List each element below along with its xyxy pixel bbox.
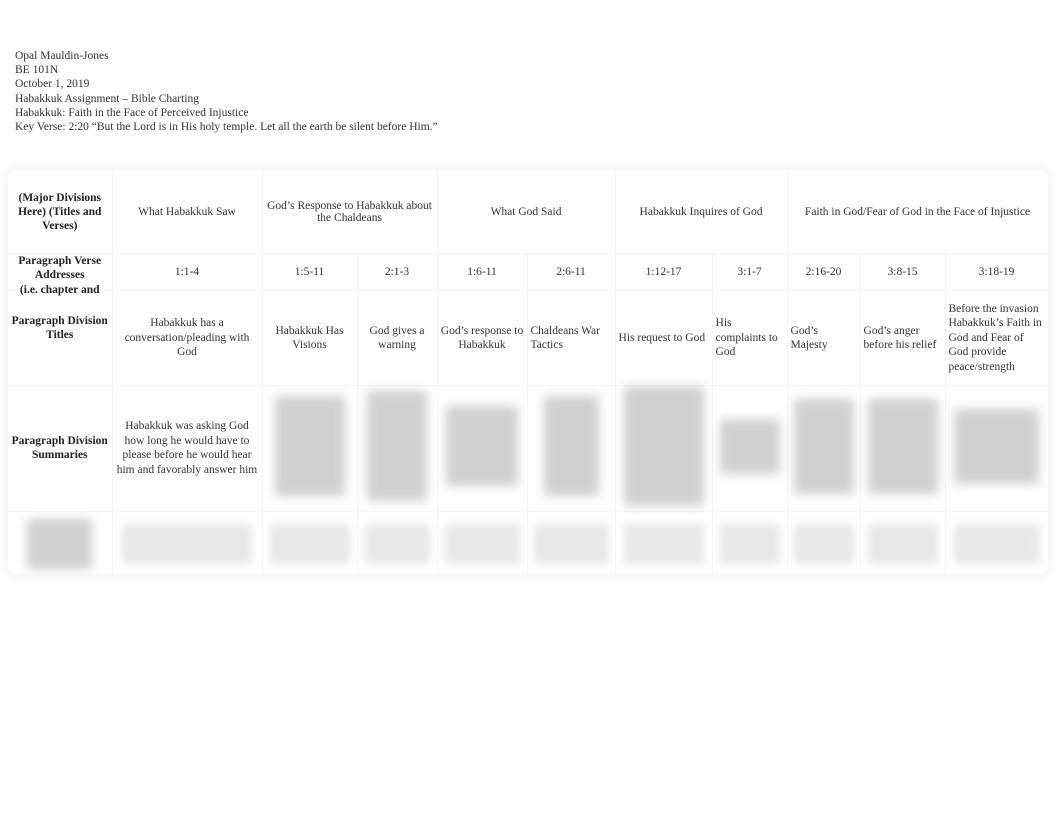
division-title: Before the invasion Habakkuk’s Faith in … [945, 291, 1048, 386]
division-title: Habakkuk Has Visions [262, 291, 357, 386]
division-title: His complaints to God [712, 291, 787, 386]
key-verse: Key Verse: 2:20 “But the Lord is in His … [15, 121, 438, 134]
row-label-obscured [8, 511, 112, 574]
major-division: God’s Response to Habakkuk about the Cha… [262, 170, 437, 254]
verse-addresses-label: Paragraph Verse Addresses [18, 255, 102, 281]
obscured-row [8, 511, 1048, 574]
division-titles-label: Paragraph Division Titles [11, 314, 108, 342]
division-title: Habakkuk has a conversation/pleading wit… [112, 291, 262, 386]
division-summary-obscured [615, 386, 712, 512]
major-division: Habakkuk Inquires of God [615, 170, 787, 254]
verse-address: 3:8-15 [860, 254, 945, 291]
obscured-cell [357, 511, 437, 574]
obscured-cell [112, 511, 262, 574]
obscured-cell [615, 511, 712, 574]
major-divisions-row: (Major Divisions Here) (Titles and Verse… [8, 170, 1048, 254]
verse-address: 2:1-3 [357, 254, 437, 291]
chart-table: (Major Divisions Here) (Titles and Verse… [8, 170, 1048, 574]
obscured-cell [787, 511, 860, 574]
major-division: What God Said [437, 170, 615, 254]
division-title: God’s response to Habakkuk [437, 291, 527, 386]
row-label-division-titles: (i.e. chapter and Paragraph Division Tit… [8, 284, 112, 386]
verse-address: 2:16-20 [787, 254, 860, 291]
division-title: Chaldeans War Tactics [527, 291, 615, 386]
verse-address: 2:6-11 [527, 254, 615, 291]
division-summary-obscured [945, 386, 1048, 512]
verse-address: 1:5-11 [262, 254, 357, 291]
theme: Habakkuk: Faith in the Face of Perceived… [15, 106, 249, 119]
major-division: Faith in God/Fear of God in the Face of … [787, 170, 1048, 254]
verse-address: 3:18-19 [945, 254, 1048, 291]
obscured-cell [945, 511, 1048, 574]
obscured-cell [712, 511, 787, 574]
document-header: Opal Mauldin-Jones BE 101N October 1, 20… [15, 49, 438, 134]
division-summary: Habakkuk was asking God how long he woul… [112, 386, 262, 512]
obscured-cell [437, 511, 527, 574]
verse-address: 1:6-11 [437, 254, 527, 291]
row-label-summaries: Paragraph Division Summaries [8, 386, 112, 512]
obscured-cell [860, 511, 945, 574]
division-summary-obscured [357, 386, 437, 512]
verse-address: 1:12-17 [615, 254, 712, 291]
author-name: Opal Mauldin-Jones [15, 50, 109, 62]
division-summary-obscured [262, 386, 357, 512]
division-summary-obscured [787, 386, 860, 512]
row-label-major-divisions: (Major Divisions Here) (Titles and Verse… [8, 170, 112, 254]
course-code: BE 101N [15, 64, 59, 77]
bible-chart: (Major Divisions Here) (Titles and Verse… [8, 170, 1048, 574]
verse-addresses-row: Paragraph Verse Addresses 1:1-4 1:5-11 2… [8, 254, 1048, 291]
division-summary-obscured [860, 386, 945, 512]
major-division: What Habakkuk Saw [112, 170, 262, 254]
summaries-row: Paragraph Division Summaries Habakkuk wa… [8, 386, 1048, 512]
division-titles-row: (i.e. chapter and Paragraph Division Tit… [8, 284, 1048, 386]
division-title: God’s Majesty [787, 291, 860, 386]
division-summary-obscured [712, 386, 787, 512]
date: October 1, 2019 [15, 78, 90, 91]
division-title: God gives a warning [357, 291, 437, 386]
verse-address: 1:1-4 [112, 254, 262, 291]
division-title: His request to God [615, 291, 712, 386]
division-summary-obscured [437, 386, 527, 512]
division-title: God’s anger before his relief [860, 291, 945, 386]
assignment-title: Habakkuk Assignment – Bible Charting [15, 92, 199, 105]
division-summary-obscured [527, 386, 615, 512]
verse-address: 3:1-7 [712, 254, 787, 291]
obscured-cell [262, 511, 357, 574]
verse-addresses-note: (i.e. chapter and [19, 284, 100, 296]
obscured-cell [527, 511, 615, 574]
